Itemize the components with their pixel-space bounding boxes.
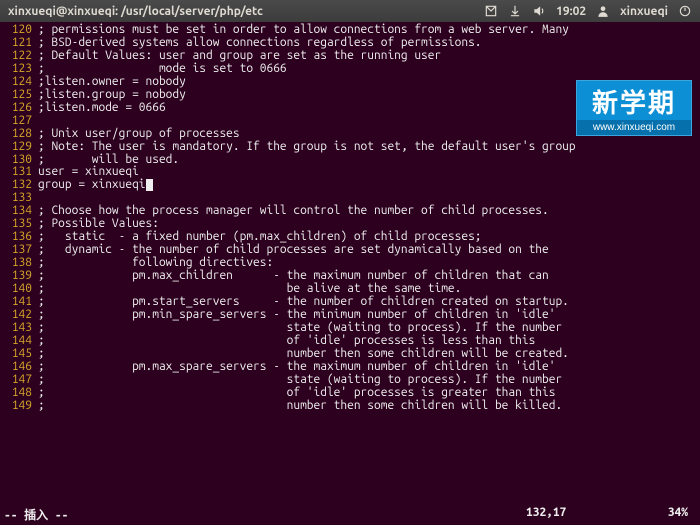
line-number: 124 <box>4 76 38 89</box>
user-icon[interactable] <box>596 4 610 18</box>
line-text: ; number then some children will be kill… <box>38 400 562 413</box>
watermark-text: 新学期 <box>577 81 691 120</box>
editor-line: 145; number then some children will be c… <box>4 348 700 361</box>
editor-line: 132group = xinxueqi <box>4 179 700 192</box>
line-text: ;listen.group = nobody <box>38 89 186 102</box>
editor-line: 149; number then some children will be k… <box>4 400 700 413</box>
window-title: xinxueqi@xinxueqi: /usr/local/server/php… <box>8 5 484 18</box>
line-text: ; pm.max_spare_servers - the maximum num… <box>38 361 555 374</box>
system-tray: 19:02 xinxueqi <box>484 4 692 18</box>
top-menubar: xinxueqi@xinxueqi: /usr/local/server/php… <box>0 0 700 22</box>
sound-icon[interactable] <box>532 4 546 18</box>
line-text: ; state (waiting to process). If the num… <box>38 374 562 387</box>
line-number: 147 <box>4 374 38 387</box>
vim-mode: -- 插入 -- <box>4 506 68 523</box>
editor-line: 142; pm.min_spare_servers - the minimum … <box>4 309 700 322</box>
line-number: 122 <box>4 50 38 63</box>
editor-line: 129; Note: The user is mandatory. If the… <box>4 141 700 154</box>
editor-line: 146; pm.max_spare_servers - the maximum … <box>4 361 700 374</box>
editor-line: 148; of 'idle' processes is greater than… <box>4 387 700 400</box>
power-icon[interactable] <box>678 4 692 18</box>
line-text: ; of 'idle' processes is less than this <box>38 335 535 348</box>
username[interactable]: xinxueqi <box>620 5 668 18</box>
line-text: group = xinxueqi <box>38 179 153 192</box>
editor-line: 123; mode is set to 0666 <box>4 63 700 76</box>
editor-line: 122; Default Values: user and group are … <box>4 50 700 63</box>
line-text: ; mode is set to 0666 <box>38 63 287 76</box>
line-text: ; state (waiting to process). If the num… <box>38 322 562 335</box>
line-text: ; Note: The user is mandatory. If the gr… <box>38 141 576 154</box>
line-number: 125 <box>4 89 38 102</box>
line-text: ; pm.min_spare_servers - the minimum num… <box>38 309 555 322</box>
network-icon[interactable] <box>508 4 522 18</box>
mail-icon[interactable] <box>484 4 498 18</box>
line-number: 127 <box>4 115 38 128</box>
scroll-percent: 34% <box>646 506 696 523</box>
line-text: ; permissions must be set in order to al… <box>38 24 569 37</box>
line-number: 129 <box>4 141 38 154</box>
editor-line: 144; of 'idle' processes is less than th… <box>4 335 700 348</box>
line-number: 146 <box>4 361 38 374</box>
line-text: ; BSD-derived systems allow connections … <box>38 37 482 50</box>
line-number: 143 <box>4 322 38 335</box>
line-number: 149 <box>4 400 38 413</box>
line-text: ;listen.owner = nobody <box>38 76 186 89</box>
line-number: 144 <box>4 335 38 348</box>
line-number: 142 <box>4 309 38 322</box>
clock[interactable]: 19:02 <box>556 5 586 18</box>
line-number: 128 <box>4 128 38 141</box>
editor-line: 120; permissions must be set in order to… <box>4 24 700 37</box>
watermark-url: www.xinxueqi.com <box>577 120 691 135</box>
editor-line: 143; state (waiting to process). If the … <box>4 322 700 335</box>
editor-line: 121; BSD-derived systems allow connectio… <box>4 37 700 50</box>
line-number: 145 <box>4 348 38 361</box>
watermark: 新学期 www.xinxueqi.com <box>576 80 692 136</box>
line-text: ; Default Values: user and group are set… <box>38 50 441 63</box>
line-number: 148 <box>4 387 38 400</box>
vim-statusbar: -- 插入 -- 132,17 34% <box>4 506 696 523</box>
line-text: ; number then some children will be crea… <box>38 348 569 361</box>
line-text: ;listen.mode = 0666 <box>38 102 166 115</box>
line-number: 123 <box>4 63 38 76</box>
line-text: ; Unix user/group of processes <box>38 128 240 141</box>
line-text: ; of 'idle' processes is greater than th… <box>38 387 555 400</box>
editor-line: 147; state (waiting to process). If the … <box>4 374 700 387</box>
cursor-position: 132,17 <box>526 506 646 523</box>
text-cursor <box>146 179 153 191</box>
line-number: 120 <box>4 24 38 37</box>
line-number: 126 <box>4 102 38 115</box>
line-number: 121 <box>4 37 38 50</box>
